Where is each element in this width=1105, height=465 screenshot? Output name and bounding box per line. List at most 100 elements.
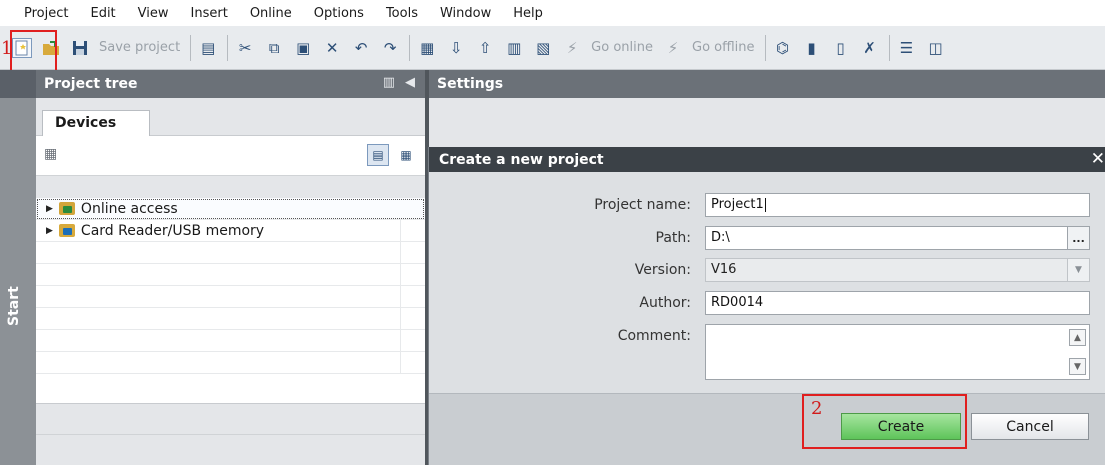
project-tree-title: Project tree [44, 76, 138, 92]
menu-window[interactable]: Window [440, 6, 491, 21]
path-value: D:\ [711, 230, 730, 245]
project-tree-toolbar-buttons: ▤ ▦ [367, 144, 417, 166]
menu-edit[interactable]: Edit [90, 6, 115, 21]
menu-options[interactable]: Options [314, 6, 364, 21]
browse-button[interactable]: ... [1067, 227, 1089, 249]
tree-empty-row [36, 308, 425, 330]
save-project-button[interactable]: Save project [99, 40, 180, 55]
start-label: Start [6, 286, 22, 326]
details-view-divider [36, 434, 425, 435]
online-access-folder-icon [58, 202, 75, 215]
go-online-icon[interactable]: ⚡ [562, 38, 582, 58]
start-sidebar[interactable]: Start [0, 70, 36, 465]
toolbar-separator [190, 34, 192, 61]
annotation-number-1: 1 [1, 38, 13, 59]
tree-column-divider [400, 308, 425, 330]
go-online-button[interactable]: Go online [591, 40, 653, 55]
tree-empty-row [36, 330, 425, 352]
version-label: Version: [634, 262, 691, 278]
redo-icon[interactable]: ↷ [380, 38, 400, 58]
tree-item-card-reader[interactable]: ▶ Card Reader/USB memory [36, 220, 425, 242]
project-tree-panel: Project tree ▥ ◀ Devices ▦ ▤ ▦ ▶ Online … [36, 70, 425, 465]
runtime-icon[interactable]: ▧ [533, 38, 553, 58]
simulation-icon[interactable]: ▥ [504, 38, 524, 58]
main-toolbar: Save project ▤ ✂ ⧉ ▣ ✕ ↶ ↷ ▦ ⇩ ⇧ ▥ ▧ ⚡ G… [0, 26, 1105, 70]
go-offline-icon[interactable]: ⚡ [663, 38, 683, 58]
author-label: Author: [639, 295, 691, 311]
close-icon[interactable]: ✕ [1091, 149, 1105, 169]
menu-project[interactable]: Project [24, 6, 68, 21]
chevron-down-icon: ▼ [1067, 259, 1089, 281]
start-cpu-icon[interactable]: ▮ [802, 38, 822, 58]
menu-tools[interactable]: Tools [386, 6, 418, 21]
float-panel-icon[interactable]: ▥ [383, 75, 395, 90]
save-icon[interactable] [70, 38, 90, 58]
text-cursor [764, 197, 766, 212]
project-tree-header-controls: ▥ ◀ [383, 75, 415, 90]
project-tree-header: Project tree ▥ ◀ [36, 70, 425, 98]
toolbar-separator [409, 34, 411, 61]
project-name-input[interactable]: Project1 [705, 193, 1090, 217]
upload-from-device-icon[interactable]: ⇧ [475, 38, 495, 58]
toolbar-separator [888, 34, 890, 61]
menu-bar: Project Edit View Insert Online Options … [0, 0, 1105, 26]
tree-column-divider [400, 352, 425, 374]
menu-help[interactable]: Help [513, 6, 543, 21]
expand-arrow-icon[interactable]: ▶ [46, 204, 53, 214]
tree-item-online-access[interactable]: ▶ Online access [36, 198, 425, 220]
split-horizontal-icon[interactable]: ☰ [897, 38, 917, 58]
dialog-title: Create a new project [439, 151, 604, 168]
author-value: RD0014 [711, 295, 764, 310]
download-to-device-icon[interactable]: ⇩ [446, 38, 466, 58]
undo-icon[interactable]: ↶ [351, 38, 371, 58]
details-view-area [36, 403, 425, 465]
tree-column-divider [400, 330, 425, 352]
cut-icon[interactable]: ✂ [235, 38, 255, 58]
menu-insert[interactable]: Insert [191, 6, 228, 21]
cross-reference-icon[interactable]: ✗ [860, 38, 880, 58]
scroll-up-icon[interactable]: ▲ [1069, 329, 1086, 346]
project-tree-overview-icon[interactable]: ▦ [44, 146, 57, 162]
collapse-panel-icon[interactable]: ◀ [405, 75, 415, 90]
add-device-icon[interactable]: ▦ [395, 144, 417, 166]
project-name-row: Project name: Project1 [429, 193, 1105, 217]
project-name-value: Project1 [711, 197, 764, 212]
annotation-box-1 [10, 30, 57, 72]
toolbar-separator [764, 34, 766, 61]
annotation-number-2: 2 [811, 398, 823, 419]
create-project-dialog: Create a new project ✕ Project name: Pro… [428, 147, 1105, 465]
compile-icon[interactable]: ▦ [417, 38, 437, 58]
menu-view[interactable]: View [138, 6, 169, 21]
go-offline-button[interactable]: Go offline [692, 40, 755, 55]
dialog-footer: Create Cancel [429, 393, 1105, 465]
author-row: Author: RD0014 [429, 291, 1105, 315]
annotation-box-2 [802, 394, 967, 449]
tab-devices[interactable]: Devices [42, 110, 150, 137]
project-tree-spacer [36, 176, 425, 198]
tree-column-divider [400, 220, 425, 242]
scroll-down-icon[interactable]: ▼ [1069, 358, 1086, 375]
cancel-button[interactable]: Cancel [971, 413, 1089, 440]
author-input[interactable]: RD0014 [705, 291, 1090, 315]
project-tree-tabs: Devices [36, 98, 425, 137]
split-vertical-icon[interactable]: ◫ [926, 38, 946, 58]
print-icon[interactable]: ▤ [198, 38, 218, 58]
details-view-icon[interactable]: ▤ [367, 144, 389, 166]
tree-column-divider [400, 264, 425, 286]
paste-icon[interactable]: ▣ [293, 38, 313, 58]
path-input[interactable]: D:\ ... [705, 226, 1090, 250]
comment-textarea[interactable]: ▲ ▼ [705, 324, 1090, 380]
tree-column-divider [400, 242, 425, 264]
project-tree-toolbar: ▦ ▤ ▦ [36, 136, 425, 176]
expand-arrow-icon[interactable]: ▶ [46, 226, 53, 236]
accessible-devices-icon[interactable]: ⌬ [773, 38, 793, 58]
menu-online[interactable]: Online [250, 6, 292, 21]
tree-item-label: Card Reader/USB memory [80, 222, 265, 239]
copy-icon[interactable]: ⧉ [264, 38, 284, 58]
tree-column-divider [400, 286, 425, 308]
settings-header: Settings [429, 70, 1105, 98]
project-name-label: Project name: [594, 197, 691, 213]
path-row: Path: D:\ ... [429, 226, 1105, 250]
delete-icon[interactable]: ✕ [322, 38, 342, 58]
stop-cpu-icon[interactable]: ▯ [831, 38, 851, 58]
